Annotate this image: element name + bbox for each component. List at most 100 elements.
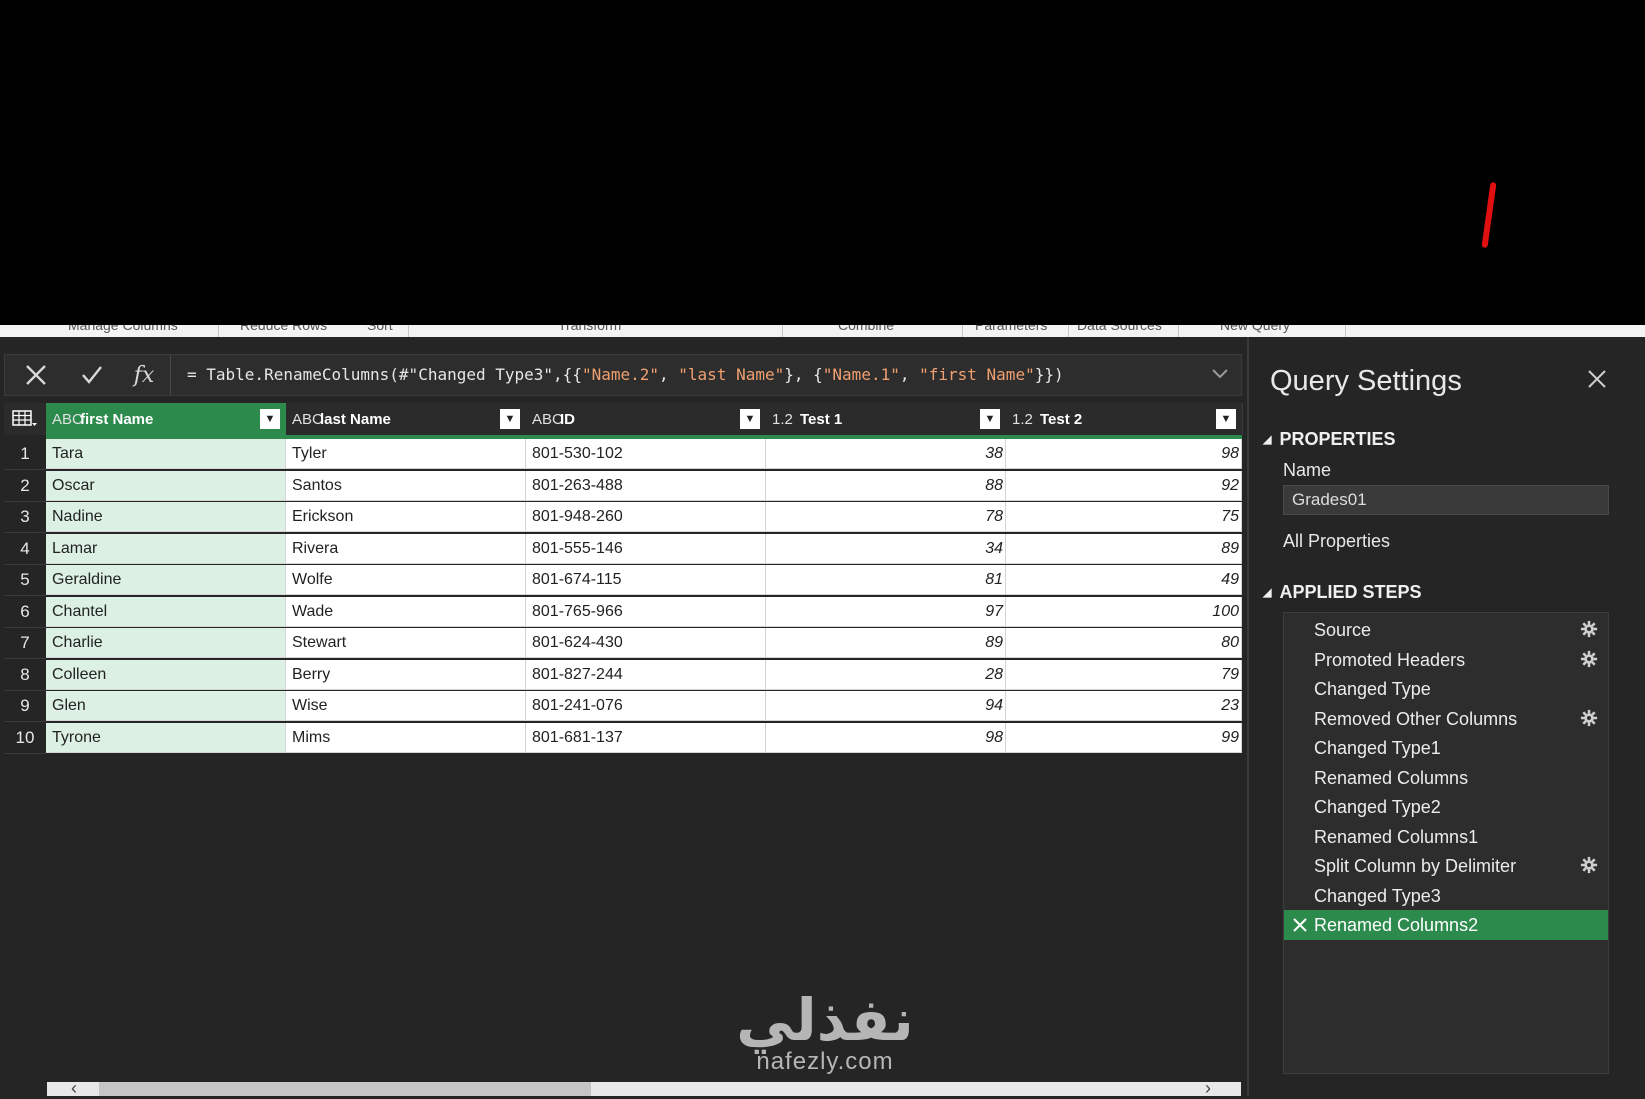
row-number[interactable]: 10 <box>4 722 46 754</box>
commit-formula-button[interactable] <box>65 355 119 395</box>
table-row[interactable]: 1 Tara Tyler 801-530-102 38 98 <box>4 439 1242 470</box>
table-cell[interactable]: Nadine <box>46 502 286 532</box>
table-cell[interactable]: 38 <box>766 439 1006 469</box>
all-properties-link[interactable]: All Properties <box>1283 531 1390 552</box>
filter-dropdown-icon[interactable]: ▼ <box>1216 409 1236 429</box>
table-cell[interactable]: Tyrone <box>46 722 286 753</box>
column-header-id[interactable]: ABC ID ▼ <box>526 403 767 435</box>
table-cell[interactable]: 78 <box>766 502 1006 532</box>
table-cell[interactable]: Santos <box>286 470 526 501</box>
expand-formula-chevron-icon[interactable] <box>1209 363 1231 385</box>
table-cell[interactable]: 801-241-076 <box>526 691 766 721</box>
formula-input[interactable]: = Table.RenameColumns(#"Changed Type3",{… <box>187 355 1064 395</box>
table-row[interactable]: 10 Tyrone Mims 801-681-137 98 99 <box>4 722 1242 754</box>
table-cell[interactable]: 801-555-146 <box>526 533 766 564</box>
table-cell[interactable]: Geraldine <box>46 565 286 595</box>
table-row[interactable]: 2 Oscar Santos 801-263-488 88 92 <box>4 470 1242 502</box>
applied-steps-section-header[interactable]: ◢ APPLIED STEPS <box>1263 582 1422 603</box>
table-cell[interactable]: Oscar <box>46 470 286 501</box>
table-row[interactable]: 7 Charlie Stewart 801-624-430 89 80 <box>4 628 1242 659</box>
table-cell[interactable]: 98 <box>1006 439 1242 469</box>
decimal-type-icon[interactable]: 1.2 <box>772 411 800 428</box>
properties-section-header[interactable]: ◢ PROPERTIES <box>1263 429 1396 450</box>
applied-step-item[interactable]: Changed Type <box>1284 674 1608 704</box>
table-cell[interactable]: 98 <box>766 722 1006 753</box>
column-header-test-1[interactable]: 1.2 Test 1 ▼ <box>766 403 1007 435</box>
row-number[interactable]: 1 <box>4 439 46 470</box>
table-cell[interactable]: 49 <box>1006 565 1242 595</box>
table-cell[interactable]: Stewart <box>286 628 526 658</box>
table-row[interactable]: 3 Nadine Erickson 801-948-260 78 75 <box>4 502 1242 533</box>
row-number[interactable]: 9 <box>4 691 46 722</box>
table-menu-button[interactable] <box>4 403 47 435</box>
text-type-icon[interactable]: ABC <box>52 411 83 428</box>
applied-step-item[interactable]: Changed Type2 <box>1284 792 1608 822</box>
cancel-formula-button[interactable] <box>9 355 63 395</box>
table-cell[interactable]: Rivera <box>286 533 526 564</box>
row-number[interactable]: 5 <box>4 565 46 596</box>
table-cell[interactable]: 92 <box>1006 470 1242 501</box>
row-number[interactable]: 3 <box>4 502 46 533</box>
table-cell[interactable]: 89 <box>766 628 1006 658</box>
table-row[interactable]: 6 Chantel Wade 801-765-966 97 100 <box>4 596 1242 628</box>
decimal-type-icon[interactable]: 1.2 <box>1012 411 1040 428</box>
table-cell[interactable]: 801-624-430 <box>526 628 766 658</box>
text-type-icon[interactable]: ABC <box>532 411 563 428</box>
table-cell[interactable]: 34 <box>766 533 1006 564</box>
table-cell[interactable]: 99 <box>1006 722 1242 753</box>
insert-function-button[interactable]: fx <box>117 355 171 395</box>
applied-step-item[interactable]: Renamed Columns2 <box>1284 910 1608 940</box>
table-cell[interactable]: 79 <box>1006 659 1242 690</box>
table-cell[interactable]: Lamar <box>46 533 286 564</box>
column-header-last-name[interactable]: ABC last Name ▼ <box>286 403 527 435</box>
table-cell[interactable]: Mims <box>286 722 526 753</box>
column-header-test-2[interactable]: 1.2 Test 2 ▼ <box>1006 403 1243 435</box>
table-cell[interactable]: Glen <box>46 691 286 721</box>
applied-step-item[interactable]: Renamed Columns1 <box>1284 822 1608 852</box>
applied-step-item[interactable]: Renamed Columns <box>1284 763 1608 793</box>
table-cell[interactable]: 94 <box>766 691 1006 721</box>
table-cell[interactable]: 100 <box>1006 596 1242 627</box>
row-number[interactable]: 2 <box>4 470 46 502</box>
table-cell[interactable]: Berry <box>286 659 526 690</box>
row-number[interactable]: 8 <box>4 659 46 691</box>
text-type-icon[interactable]: ABC <box>292 411 323 428</box>
applied-step-item[interactable]: Changed Type1 <box>1284 733 1608 763</box>
table-cell[interactable]: 97 <box>766 596 1006 627</box>
table-cell[interactable]: 801-948-260 <box>526 502 766 532</box>
table-cell[interactable]: 28 <box>766 659 1006 690</box>
table-cell[interactable]: 89 <box>1006 533 1242 564</box>
row-number[interactable]: 4 <box>4 533 46 565</box>
table-cell[interactable]: 80 <box>1006 628 1242 658</box>
table-row[interactable]: 4 Lamar Rivera 801-555-146 34 89 <box>4 533 1242 565</box>
applied-step-item[interactable]: Removed Other Columns <box>1284 704 1608 734</box>
table-cell[interactable]: Charlie <box>46 628 286 658</box>
table-cell[interactable]: 88 <box>766 470 1006 501</box>
table-cell[interactable]: 75 <box>1006 502 1242 532</box>
table-cell[interactable]: 801-263-488 <box>526 470 766 501</box>
horizontal-scrollbar[interactable]: ‹ › <box>47 1078 1241 1098</box>
table-row[interactable]: 5 Geraldine Wolfe 801-674-115 81 49 <box>4 565 1242 596</box>
close-pane-icon[interactable] <box>1585 367 1609 391</box>
filter-dropdown-icon[interactable]: ▼ <box>740 409 760 429</box>
table-row[interactable]: 9 Glen Wise 801-241-076 94 23 <box>4 691 1242 722</box>
gear-icon[interactable] <box>1580 620 1598 638</box>
gear-icon[interactable] <box>1580 709 1598 727</box>
table-cell[interactable]: 801-827-244 <box>526 659 766 690</box>
scrollbar-thumb[interactable] <box>99 1082 591 1096</box>
filter-dropdown-icon[interactable]: ▼ <box>980 409 1000 429</box>
row-number[interactable]: 7 <box>4 628 46 659</box>
table-cell[interactable]: Wade <box>286 596 526 627</box>
table-cell[interactable]: Tyler <box>286 439 526 469</box>
gear-icon[interactable] <box>1580 856 1598 874</box>
table-cell[interactable]: 801-674-115 <box>526 565 766 595</box>
column-header-first-name[interactable]: ABC first Name ▼ <box>46 403 287 435</box>
table-cell[interactable]: Tara <box>46 439 286 469</box>
row-number[interactable]: 6 <box>4 596 46 628</box>
table-cell[interactable]: 801-681-137 <box>526 722 766 753</box>
table-cell[interactable]: 23 <box>1006 691 1242 721</box>
filter-dropdown-icon[interactable]: ▼ <box>500 409 520 429</box>
query-name-input[interactable]: Grades01 <box>1283 485 1609 515</box>
table-cell[interactable]: Colleen <box>46 659 286 690</box>
table-cell[interactable]: Chantel <box>46 596 286 627</box>
